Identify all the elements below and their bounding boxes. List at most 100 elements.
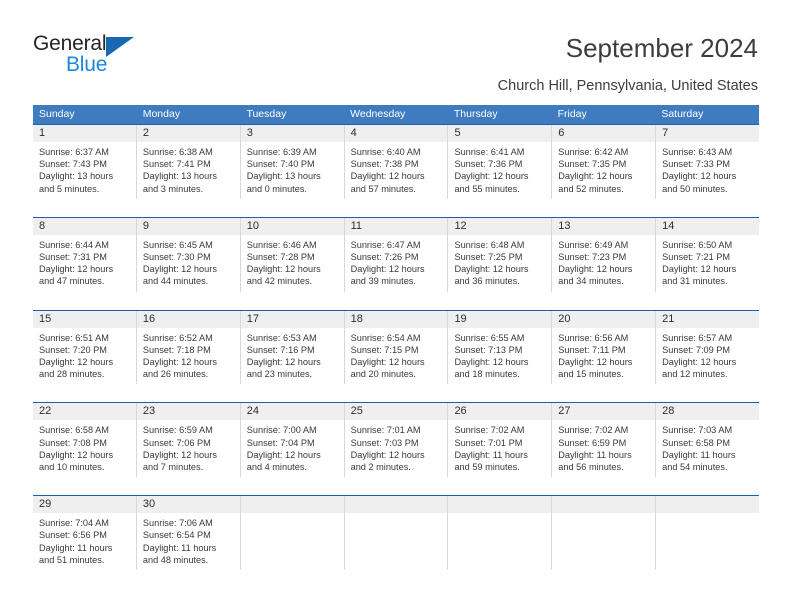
daylight-text-line2: and 12 minutes. — [662, 369, 728, 380]
day-number: 12 — [448, 217, 552, 235]
weekday-header-row: Sunday Monday Tuesday Wednesday Thursday… — [33, 105, 759, 124]
sunset-text: Sunset: 7:40 PM — [246, 159, 315, 170]
day-number — [240, 496, 344, 514]
day-details — [345, 513, 448, 567]
day-cell[interactable]: 27 Sunrise: 7:02 AM Sunset: 6:59 PM Dayl… — [552, 403, 657, 478]
daylight-text-line2: and 18 minutes. — [454, 369, 520, 380]
sunrise-text: Sunrise: 6:57 AM — [662, 332, 733, 343]
day-cell[interactable]: 12 Sunrise: 6:48 AM Sunset: 7:25 PM Dayl… — [448, 217, 553, 292]
day-details: Sunrise: 6:37 AM Sunset: 7:43 PM Dayligh… — [33, 142, 136, 199]
day-details: Sunrise: 6:53 AM Sunset: 7:16 PM Dayligh… — [241, 328, 344, 385]
sunrise-text: Sunrise: 6:47 AM — [350, 239, 421, 250]
day-cell[interactable]: 23 Sunrise: 6:59 AM Sunset: 7:06 PM Dayl… — [136, 403, 241, 478]
sunset-text: Sunset: 7:04 PM — [246, 437, 315, 448]
day-details: Sunrise: 6:40 AM Sunset: 7:38 PM Dayligh… — [345, 142, 448, 199]
daylight-text-line1: Daylight: 12 hours — [39, 357, 114, 368]
day-details — [241, 513, 344, 567]
day-cell[interactable]: 17 Sunrise: 6:53 AM Sunset: 7:16 PM Dayl… — [240, 310, 345, 385]
day-cell[interactable]: 9 Sunrise: 6:45 AM Sunset: 7:30 PM Dayli… — [136, 217, 241, 292]
sunset-text: Sunset: 7:18 PM — [142, 344, 211, 355]
day-cell[interactable]: 1 Sunrise: 6:37 AM Sunset: 7:43 PM Dayli… — [33, 125, 137, 199]
day-cell[interactable]: 7 Sunrise: 6:43 AM Sunset: 7:33 PM Dayli… — [656, 125, 760, 199]
day-cell[interactable]: 30 Sunrise: 7:06 AM Sunset: 6:54 PM Dayl… — [136, 496, 241, 571]
day-cell[interactable]: 20 Sunrise: 6:56 AM Sunset: 7:11 PM Dayl… — [552, 310, 657, 385]
day-cell-empty — [344, 496, 449, 571]
day-cell[interactable]: 8 Sunrise: 6:44 AM Sunset: 7:31 PM Dayli… — [33, 217, 137, 292]
daylight-text-line2: and 7 minutes. — [142, 462, 204, 473]
day-cell[interactable]: 18 Sunrise: 6:54 AM Sunset: 7:15 PM Dayl… — [344, 310, 449, 385]
day-number — [448, 496, 552, 514]
daylight-text-line1: Daylight: 12 hours — [454, 264, 529, 275]
sunrise-text: Sunrise: 6:50 AM — [662, 239, 733, 250]
general-blue-logo[interactable]: General Blue — [33, 32, 233, 82]
day-cell[interactable]: 29 Sunrise: 7:04 AM Sunset: 6:56 PM Dayl… — [33, 496, 137, 571]
sunset-text: Sunset: 7:16 PM — [246, 344, 315, 355]
day-number — [552, 496, 656, 514]
daylight-text-line1: Daylight: 11 hours — [662, 449, 736, 460]
daylight-text-line1: Daylight: 13 hours — [142, 171, 217, 182]
week-gap — [33, 291, 759, 310]
week-gap — [33, 198, 759, 217]
daylight-text-line1: Daylight: 12 hours — [39, 264, 114, 275]
day-details: Sunrise: 6:44 AM Sunset: 7:31 PM Dayligh… — [33, 235, 136, 292]
week-row: 8 Sunrise: 6:44 AM Sunset: 7:31 PM Dayli… — [33, 216, 760, 292]
day-cell[interactable]: 16 Sunrise: 6:52 AM Sunset: 7:18 PM Dayl… — [136, 310, 241, 385]
sunset-text: Sunset: 7:43 PM — [39, 159, 107, 170]
day-number: 4 — [344, 125, 448, 142]
weekday-saturday: Saturday — [661, 108, 704, 120]
sunset-text: Sunset: 7:21 PM — [662, 252, 731, 263]
day-cell-empty — [240, 496, 345, 571]
daylight-text-line1: Daylight: 12 hours — [142, 357, 217, 368]
day-cell[interactable]: 26 Sunrise: 7:02 AM Sunset: 7:01 PM Dayl… — [448, 403, 553, 478]
day-cell[interactable]: 14 Sunrise: 6:50 AM Sunset: 7:21 PM Dayl… — [656, 217, 760, 292]
week-row: 1 Sunrise: 6:37 AM Sunset: 7:43 PM Dayli… — [33, 124, 760, 199]
calendar-page: General Blue September 2024 Church Hill,… — [0, 0, 792, 612]
day-cell[interactable]: 3 Sunrise: 6:39 AM Sunset: 7:40 PM Dayli… — [240, 125, 345, 199]
day-details: Sunrise: 6:57 AM Sunset: 7:09 PM Dayligh… — [656, 328, 759, 385]
day-cell[interactable]: 25 Sunrise: 7:01 AM Sunset: 7:03 PM Dayl… — [344, 403, 449, 478]
daylight-text-line2: and 51 minutes. — [39, 554, 105, 565]
day-cell[interactable]: 21 Sunrise: 6:57 AM Sunset: 7:09 PM Dayl… — [656, 310, 760, 385]
day-cell[interactable]: 6 Sunrise: 6:42 AM Sunset: 7:35 PM Dayli… — [552, 125, 657, 199]
day-cell[interactable]: 19 Sunrise: 6:55 AM Sunset: 7:13 PM Dayl… — [448, 310, 553, 385]
page-title: September 2024 — [565, 33, 758, 63]
daylight-text-line1: Daylight: 12 hours — [454, 357, 529, 368]
day-cell[interactable]: 15 Sunrise: 6:51 AM Sunset: 7:20 PM Dayl… — [33, 310, 137, 385]
day-cell[interactable]: 24 Sunrise: 7:00 AM Sunset: 7:04 PM Dayl… — [240, 403, 345, 478]
day-number: 10 — [240, 217, 344, 235]
day-number: 5 — [448, 125, 552, 142]
day-cell[interactable]: 28 Sunrise: 7:03 AM Sunset: 6:58 PM Dayl… — [656, 403, 760, 478]
daylight-text-line2: and 0 minutes. — [246, 183, 307, 194]
sunset-text: Sunset: 6:56 PM — [39, 530, 107, 541]
day-details: Sunrise: 7:02 AM Sunset: 7:01 PM Dayligh… — [448, 420, 551, 477]
day-details: Sunrise: 6:38 AM Sunset: 7:41 PM Dayligh… — [137, 142, 240, 199]
day-cell[interactable]: 22 Sunrise: 6:58 AM Sunset: 7:08 PM Dayl… — [33, 403, 137, 478]
day-cell[interactable]: 5 Sunrise: 6:41 AM Sunset: 7:36 PM Dayli… — [448, 125, 553, 199]
sunset-text: Sunset: 7:25 PM — [454, 252, 523, 263]
day-details: Sunrise: 6:59 AM Sunset: 7:06 PM Dayligh… — [137, 420, 240, 477]
sunrise-text: Sunrise: 6:42 AM — [558, 147, 629, 157]
daylight-text-line1: Daylight: 12 hours — [350, 171, 425, 182]
daylight-text-line1: Daylight: 12 hours — [246, 449, 321, 460]
daylight-text-line2: and 57 minutes. — [350, 183, 416, 194]
sunset-text: Sunset: 6:59 PM — [558, 437, 627, 448]
day-cell[interactable]: 2 Sunrise: 6:38 AM Sunset: 7:41 PM Dayli… — [136, 125, 241, 199]
day-details: Sunrise: 7:00 AM Sunset: 7:04 PM Dayligh… — [241, 420, 344, 477]
weekday-thursday: Thursday — [453, 108, 498, 120]
sunset-text: Sunset: 7:06 PM — [142, 437, 211, 448]
day-cell[interactable]: 13 Sunrise: 6:49 AM Sunset: 7:23 PM Dayl… — [552, 217, 657, 292]
day-details: Sunrise: 7:06 AM Sunset: 6:54 PM Dayligh… — [137, 513, 240, 570]
weekday-tuesday: Tuesday — [246, 108, 287, 120]
sunset-text: Sunset: 7:31 PM — [39, 252, 107, 263]
sunrise-text: Sunrise: 7:00 AM — [246, 425, 317, 436]
day-number: 28 — [656, 403, 760, 421]
daylight-text-line1: Daylight: 12 hours — [246, 264, 321, 275]
day-cell[interactable]: 10 Sunrise: 6:46 AM Sunset: 7:28 PM Dayl… — [240, 217, 345, 292]
day-details: Sunrise: 6:41 AM Sunset: 7:36 PM Dayligh… — [448, 142, 551, 199]
sunset-text: Sunset: 7:28 PM — [246, 252, 315, 263]
daylight-text-line2: and 23 minutes. — [246, 369, 313, 380]
daylight-text-line1: Daylight: 12 hours — [558, 264, 633, 275]
day-number: 19 — [448, 310, 552, 328]
day-cell[interactable]: 11 Sunrise: 6:47 AM Sunset: 7:26 PM Dayl… — [344, 217, 449, 292]
day-cell[interactable]: 4 Sunrise: 6:40 AM Sunset: 7:38 PM Dayli… — [344, 125, 449, 199]
